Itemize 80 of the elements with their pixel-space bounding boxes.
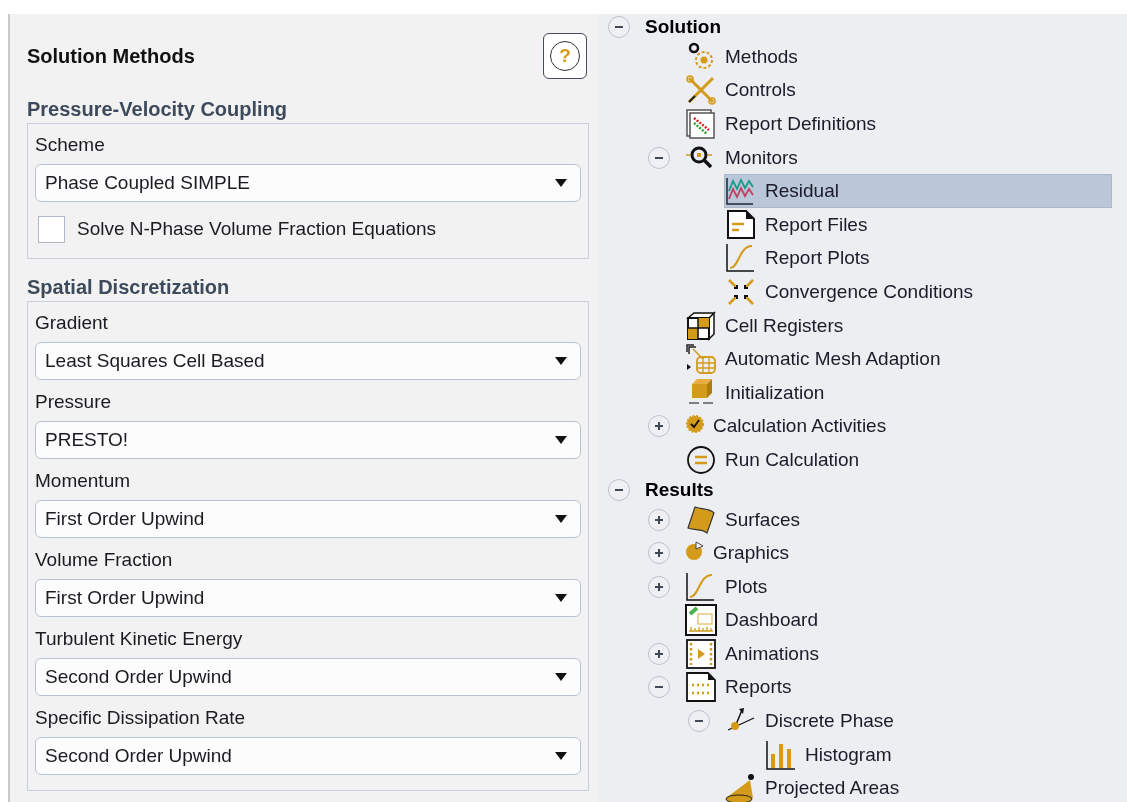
dropdown[interactable]: First Order Upwind bbox=[35, 579, 581, 617]
tree-item[interactable]: Projected Areas bbox=[724, 771, 1112, 802]
cube-grid-icon bbox=[685, 309, 717, 342]
collapse-toggle[interactable] bbox=[648, 146, 670, 169]
tree-item[interactable]: Methods bbox=[684, 39, 1112, 74]
wrench-screwdriver-icon bbox=[685, 74, 717, 107]
dropdown[interactable]: PRESTO! bbox=[35, 421, 581, 459]
panel-title: Solution Methods bbox=[27, 44, 195, 68]
tree-item[interactable]: Reports bbox=[684, 670, 1112, 705]
field-label: Specific Dissipation Rate bbox=[35, 707, 247, 729]
expand-toggle[interactable] bbox=[648, 508, 670, 531]
dashboard-icon bbox=[685, 604, 717, 637]
tree-item[interactable]: Plots bbox=[684, 569, 1112, 604]
field-label: Gradient bbox=[35, 312, 109, 334]
caret-icon bbox=[555, 752, 567, 760]
caret-icon bbox=[555, 436, 567, 444]
tree-item[interactable]: Residual bbox=[724, 174, 1112, 209]
caret-icon bbox=[555, 515, 567, 523]
field-label: Momentum bbox=[35, 470, 132, 492]
caret-icon bbox=[555, 673, 567, 681]
tree-item[interactable]: Solution bbox=[644, 14, 1112, 41]
tree-item[interactable]: Report Files bbox=[724, 207, 1112, 242]
plus-icon bbox=[654, 581, 664, 592]
checkbox-label: Solve N-Phase Volume Fraction Equations bbox=[77, 218, 437, 240]
tree-item[interactable]: Controls bbox=[684, 73, 1112, 108]
expand-toggle[interactable] bbox=[648, 642, 670, 665]
field-label: Pressure bbox=[35, 391, 113, 413]
cone-icon bbox=[725, 772, 757, 802]
tree-item[interactable]: Animations bbox=[684, 636, 1112, 671]
field-label: Volume Fraction bbox=[35, 549, 174, 571]
dropdown[interactable]: Second Order Upwind bbox=[35, 737, 581, 775]
dropdown[interactable]: Phase Coupled SIMPLE bbox=[35, 164, 581, 202]
expand-toggle[interactable] bbox=[648, 575, 670, 598]
caret-icon bbox=[555, 357, 567, 365]
field-label: Scheme bbox=[35, 134, 106, 156]
curve-chart-icon bbox=[725, 242, 757, 275]
collapse-toggle[interactable] bbox=[648, 676, 670, 699]
tree-item[interactable]: Results bbox=[644, 475, 1112, 504]
tree-item[interactable]: Report Plots bbox=[724, 241, 1112, 276]
checkbox[interactable] bbox=[38, 215, 65, 243]
tree-item[interactable]: Monitors bbox=[684, 140, 1112, 175]
plus-icon bbox=[654, 548, 664, 559]
expand-toggle[interactable] bbox=[648, 542, 670, 565]
line-chart-icon bbox=[725, 175, 757, 208]
tree-item[interactable]: Report Definitions bbox=[684, 107, 1112, 141]
surface-patch-icon bbox=[685, 503, 717, 536]
plus-icon bbox=[654, 648, 664, 659]
document-icon bbox=[725, 208, 757, 241]
tree-item[interactable]: Histogram bbox=[764, 737, 1112, 772]
dropdown[interactable]: Second Order Upwind bbox=[35, 658, 581, 696]
collapse-toggle[interactable] bbox=[688, 710, 710, 733]
tree-item[interactable]: Calculation Activities bbox=[684, 409, 1112, 444]
tree-item[interactable]: Automatic Mesh Adaption bbox=[684, 342, 1112, 377]
equals-circle-icon bbox=[685, 443, 717, 476]
tree-item[interactable]: Dashboard bbox=[684, 603, 1112, 638]
tree-item[interactable]: Cell Registers bbox=[684, 308, 1112, 343]
tree-item[interactable]: Convergence Conditions bbox=[724, 274, 1112, 309]
caret-icon bbox=[555, 594, 567, 602]
chart-sheet-icon bbox=[685, 108, 717, 140]
field-label: Turbulent Kinetic Energy bbox=[35, 628, 244, 650]
film-play-icon bbox=[685, 637, 717, 670]
document-icon bbox=[685, 671, 717, 704]
bar-chart-icon bbox=[765, 738, 797, 771]
tree-item[interactable]: Discrete Phase bbox=[724, 704, 1112, 739]
tree-item[interactable]: Graphics bbox=[684, 536, 1112, 571]
dropdown[interactable]: First Order Upwind bbox=[35, 500, 581, 538]
plus-icon bbox=[654, 421, 664, 432]
section-heading: Spatial Discretization bbox=[27, 276, 231, 298]
tree-item[interactable]: Run Calculation bbox=[684, 442, 1112, 477]
collapse-toggle[interactable] bbox=[608, 16, 630, 38]
dropdown[interactable]: Least Squares Cell Based bbox=[35, 342, 581, 380]
expand-toggle[interactable] bbox=[648, 415, 670, 438]
section-heading: Pressure-Velocity Coupling bbox=[27, 98, 289, 120]
curve-chart-icon bbox=[685, 570, 717, 603]
tree-item[interactable]: Initialization bbox=[684, 375, 1112, 410]
collapse-toggle[interactable] bbox=[608, 478, 630, 501]
mesh-icon bbox=[685, 343, 717, 376]
caret-icon bbox=[555, 179, 567, 187]
plus-icon bbox=[654, 514, 664, 525]
tree-item[interactable]: Surfaces bbox=[684, 502, 1112, 537]
